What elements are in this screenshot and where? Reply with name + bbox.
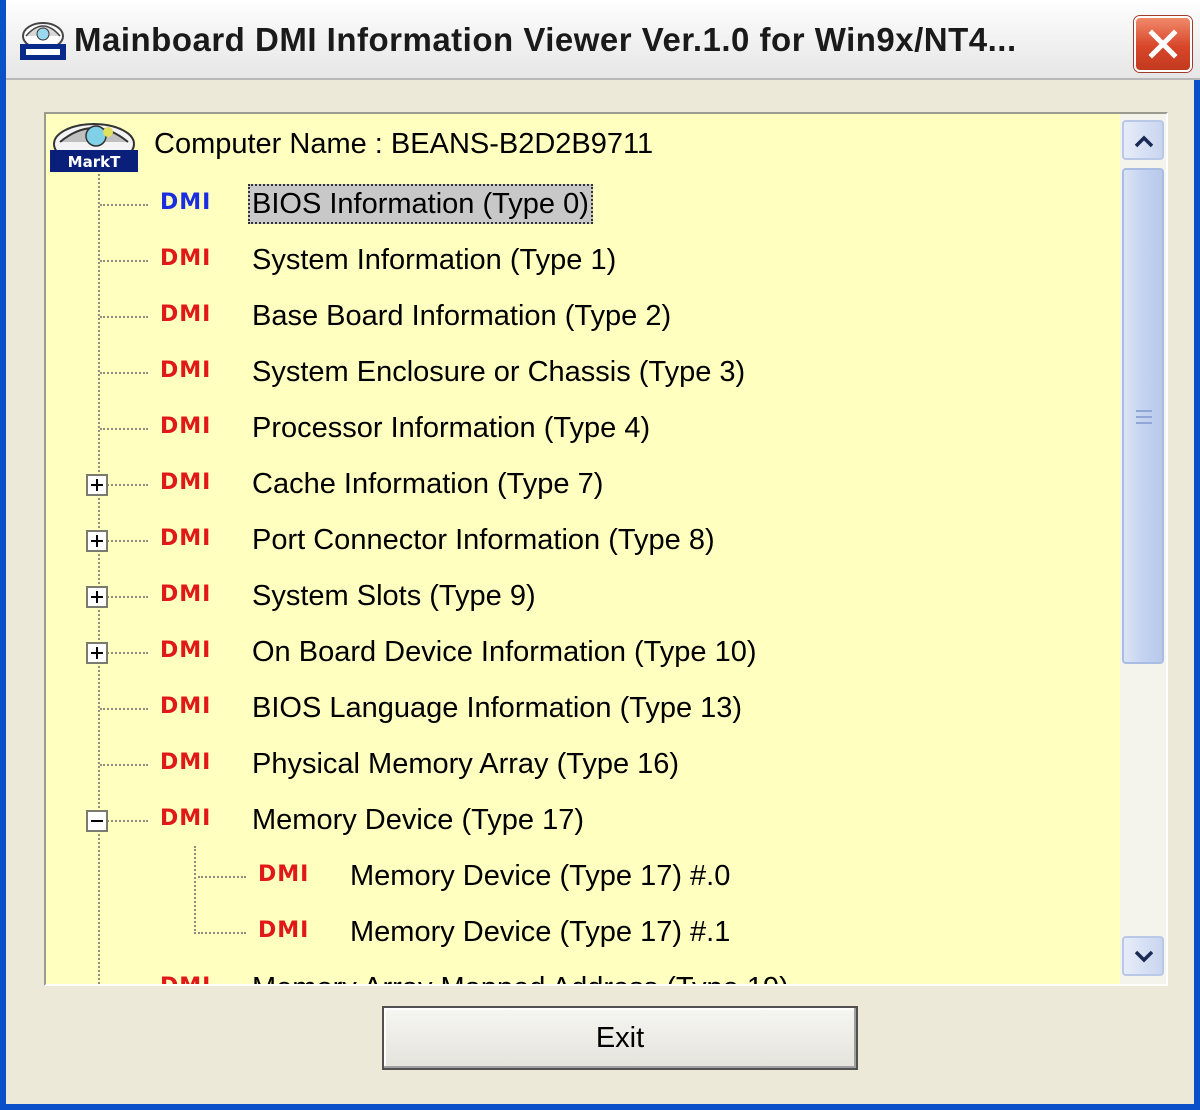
tree-item[interactable]: DMI Memory Device (Type 17): [46, 794, 1046, 846]
tree-connector-branch: [100, 316, 148, 318]
tree-item[interactable]: DMI Physical Memory Array (Type 16): [46, 738, 1046, 790]
tree-connector-branch: [100, 260, 148, 262]
dmi-badge-icon: DMI: [160, 526, 212, 551]
thumb-grip-line: [1136, 410, 1152, 412]
markt-logo-icon: [20, 22, 66, 60]
tree-node-label[interactable]: System Information (Type 1): [248, 240, 620, 280]
tree-item[interactable]: DMI Port Connector Information (Type 8): [46, 514, 1046, 566]
tree-connector-branch: [198, 932, 246, 934]
dmi-badge-icon: DMI: [160, 246, 212, 271]
window-title: Mainboard DMI Information Viewer Ver.1.0…: [74, 21, 1017, 58]
tree-item[interactable]: DMI Base Board Information (Type 2): [46, 290, 1046, 342]
dmi-badge-icon: DMI: [160, 694, 212, 719]
tree-child-item[interactable]: DMI Memory Device (Type 17) #.1: [46, 906, 1046, 958]
expand-toggle-icon[interactable]: [86, 474, 108, 496]
tree-content: MarkT Computer Name : BEANS-B2D2B9711 DM…: [46, 114, 1118, 984]
dmi-badge-icon: DMI: [160, 190, 212, 215]
tree-child-item[interactable]: DMI Memory Device (Type 17) #.0: [46, 850, 1046, 902]
app-window: Mainboard DMI Information Viewer Ver.1.0…: [0, 0, 1200, 1110]
dmi-badge-icon: DMI: [160, 582, 212, 607]
tree-item[interactable]: DMI BIOS Language Information (Type 13): [46, 682, 1046, 734]
thumb-grip-line: [1136, 416, 1152, 418]
dmi-badge-icon: DMI: [160, 806, 212, 831]
exit-button[interactable]: Exit: [382, 1006, 858, 1070]
tree-node-label[interactable]: On Board Device Information (Type 10): [248, 632, 761, 672]
tree-connector-branch: [100, 708, 148, 710]
tree-node-label[interactable]: Memory Array Mapped Address (Type 19): [248, 968, 793, 984]
dmi-badge-icon: DMI: [160, 414, 212, 439]
tree-connector-branch: [100, 372, 148, 374]
computer-root-icon: MarkT: [50, 123, 138, 172]
tree-item[interactable]: DMI System Information (Type 1): [46, 234, 1046, 286]
tree-node-label[interactable]: Memory Device (Type 17) #.1: [346, 912, 734, 952]
scroll-up-button[interactable]: [1122, 120, 1164, 160]
tree-connector-branch: [198, 876, 246, 878]
tree-node-label[interactable]: Memory Device (Type 17) #.0: [346, 856, 734, 896]
tree-connector-branch: [100, 764, 148, 766]
tree-item[interactable]: DMI Cache Information (Type 7): [46, 458, 1046, 510]
tree-node-label[interactable]: System Slots (Type 9): [248, 576, 540, 616]
close-button[interactable]: [1134, 16, 1192, 72]
collapse-toggle-icon[interactable]: [86, 810, 108, 832]
dmi-badge-icon: DMI: [160, 302, 212, 327]
tree-item-partial[interactable]: DMI Memory Array Mapped Address (Type 19): [46, 962, 1046, 984]
tree-item[interactable]: DMI BIOS Information (Type 0): [46, 178, 1046, 230]
thumb-grip-line: [1136, 422, 1152, 424]
tree-node-label[interactable]: Physical Memory Array (Type 16): [248, 744, 683, 784]
dmi-badge-icon: DMI: [160, 638, 212, 663]
tree-node-label[interactable]: BIOS Language Information (Type 13): [248, 688, 746, 728]
dmi-badge-icon: DMI: [160, 750, 212, 775]
scroll-thumb[interactable]: [1122, 168, 1164, 664]
dmi-badge-icon: DMI: [160, 358, 212, 383]
dmi-badge-icon: DMI: [258, 862, 310, 887]
dmi-tree-view[interactable]: MarkT Computer Name : BEANS-B2D2B9711 DM…: [44, 112, 1168, 986]
tree-connector-branch: [100, 204, 148, 206]
tree-item[interactable]: DMI Processor Information (Type 4): [46, 402, 1046, 454]
tree-node-label[interactable]: Base Board Information (Type 2): [248, 296, 675, 336]
chevron-down-icon: [1134, 950, 1154, 963]
expand-toggle-icon[interactable]: [86, 530, 108, 552]
chevron-up-icon: [1134, 135, 1154, 148]
tree-node-label[interactable]: BIOS Information (Type 0): [248, 184, 593, 224]
vertical-scrollbar[interactable]: [1120, 114, 1166, 984]
tree-item[interactable]: DMI System Slots (Type 9): [46, 570, 1046, 622]
svg-text:MarkT: MarkT: [68, 153, 121, 171]
expand-toggle-icon[interactable]: [86, 586, 108, 608]
dmi-badge-icon: DMI: [160, 972, 211, 984]
tree-item[interactable]: DMI System Enclosure or Chassis (Type 3): [46, 346, 1046, 398]
tree-node-label[interactable]: Processor Information (Type 4): [248, 408, 654, 448]
tree-item[interactable]: DMI On Board Device Information (Type 10): [46, 626, 1046, 678]
scroll-down-button[interactable]: [1122, 936, 1164, 976]
dmi-badge-icon: DMI: [160, 470, 212, 495]
dmi-badge-icon: DMI: [258, 918, 310, 943]
close-x-icon: [1148, 29, 1178, 59]
tree-node-label[interactable]: System Enclosure or Chassis (Type 3): [248, 352, 749, 392]
title-bar[interactable]: Mainboard DMI Information Viewer Ver.1.0…: [6, 0, 1200, 80]
tree-node-label[interactable]: Cache Information (Type 7): [248, 464, 607, 504]
tree-node-label[interactable]: Port Connector Information (Type 8): [248, 520, 719, 560]
expand-toggle-icon[interactable]: [86, 642, 108, 664]
tree-connector-branch: [100, 428, 148, 430]
computer-name-label[interactable]: Computer Name : BEANS-B2D2B9711: [154, 126, 653, 162]
tree-node-label[interactable]: Memory Device (Type 17): [248, 800, 588, 840]
